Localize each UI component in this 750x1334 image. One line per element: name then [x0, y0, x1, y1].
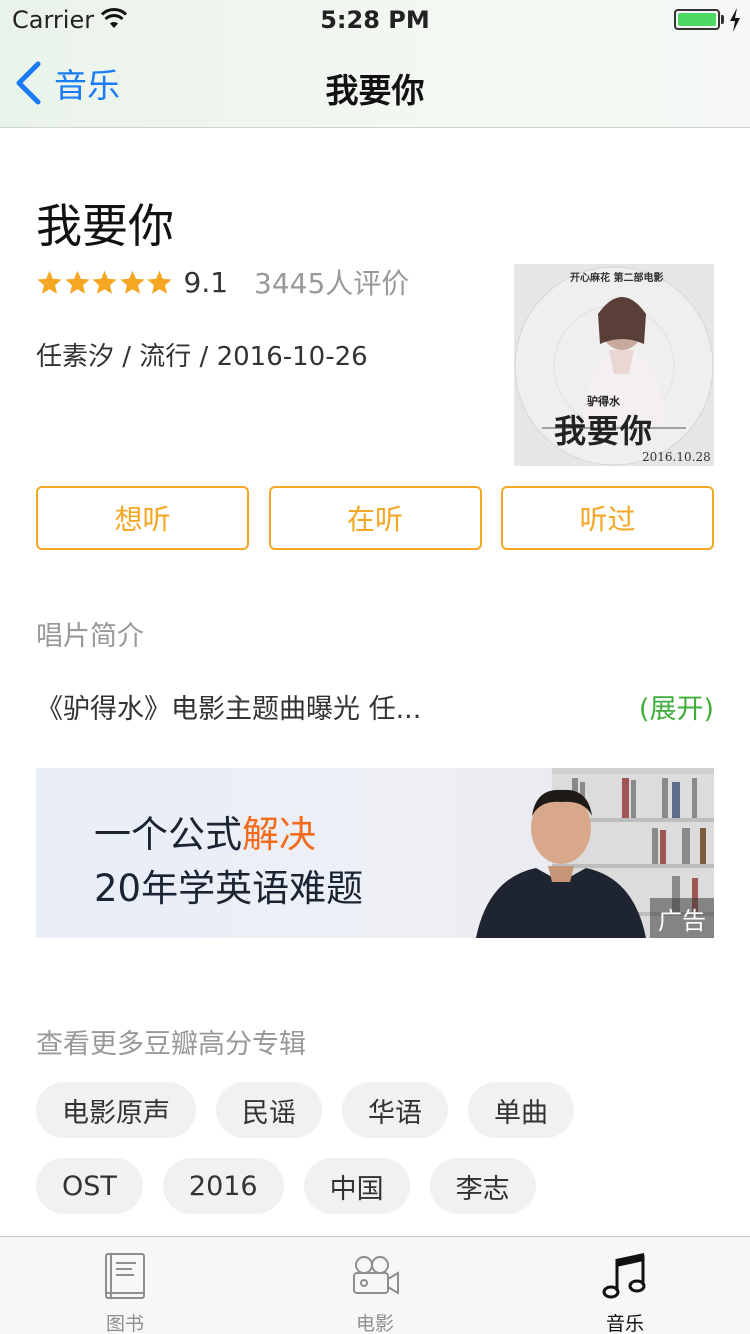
tag-chip[interactable]: OST: [36, 1158, 143, 1214]
tab-label: 音乐: [605, 1313, 644, 1334]
navigation-bar: 音乐 我要你: [0, 40, 750, 128]
intro-row: 《驴得水》电影主题曲曝光 任... (展开): [36, 686, 714, 726]
ad-headline-2: 20年学英语难题: [94, 867, 364, 910]
album-meta: 任素汐 / 流行 / 2016-10-26: [36, 342, 368, 372]
tag-chip[interactable]: 电影原声: [36, 1082, 196, 1138]
cover-promo-text: 开心麻花 第二部电影: [570, 273, 664, 284]
cover-date: 2016.10.28: [642, 450, 711, 464]
star-icon: [92, 270, 117, 294]
expand-link[interactable]: (展开): [639, 687, 714, 726]
more-albums-label: 查看更多豆瓣高分专辑: [36, 1029, 306, 1060]
rating-row: 9.1 3445人评价: [36, 262, 409, 302]
page-title: 我要你: [325, 71, 425, 110]
status-bar: Carrier 5:28 PM: [0, 0, 750, 40]
tab-music[interactable]: 音乐: [500, 1237, 750, 1334]
movie-camera-icon: [353, 1256, 399, 1295]
listening-button[interactable]: 在听: [268, 486, 482, 550]
tag-row-2: OST 2016 中国 李志: [36, 1158, 736, 1214]
cover-song-title: 我要你: [554, 412, 654, 450]
album-title: 我要你: [36, 199, 174, 253]
rating-score: 9.1: [183, 265, 229, 299]
ad-banner[interactable]: 一个公式解决 20年学英语难题 广告: [36, 768, 714, 938]
tag-cloud: 电影原声 民谣 华语 单曲 OST 2016 中国 李志: [36, 1082, 736, 1234]
star-icon: [119, 270, 145, 294]
tag-row-1: 电影原声 民谣 华语 单曲: [36, 1082, 736, 1138]
battery-cap: [721, 15, 724, 24]
tab-label: 图书: [105, 1313, 144, 1334]
tag-chip[interactable]: 民谣: [216, 1082, 322, 1138]
tab-movies[interactable]: 电影: [250, 1237, 500, 1334]
top-bar: Carrier 5:28 PM 音乐 我要你: [0, 0, 750, 128]
star-rating: [36, 269, 174, 296]
music-note-icon: [602, 1253, 646, 1299]
status-time: 5:28 PM: [320, 6, 430, 34]
tab-bar: 图书 电影 音乐: [0, 1236, 750, 1334]
star-icon: [64, 270, 90, 294]
album-cover[interactable]: 开心麻花 第二部电影 驴得水 我要你 2016.10.28: [514, 264, 714, 466]
ad-headline-1: 一个公式解决: [94, 804, 316, 858]
ad-headline-highlight: 解决: [242, 813, 316, 856]
charging-icon: [730, 8, 740, 32]
intro-text: 《驴得水》电影主题曲曝光 任...: [36, 693, 422, 725]
star-icon: [147, 270, 172, 294]
battery-icon: [674, 9, 720, 30]
ad-tag: 广告: [650, 898, 714, 938]
tag-chip[interactable]: 2016: [162, 1158, 284, 1214]
tag-chip[interactable]: 中国: [303, 1158, 410, 1214]
intro-section-label: 唱片简介: [36, 621, 144, 652]
review-count[interactable]: 3445人评价: [254, 262, 409, 302]
tag-chip[interactable]: 李志: [429, 1158, 536, 1214]
listened-button[interactable]: 听过: [501, 486, 714, 550]
tab-books[interactable]: 图书: [0, 1237, 250, 1334]
book-icon: [105, 1253, 145, 1299]
ad-headline-prefix: 一个公式: [94, 813, 242, 856]
tag-chip[interactable]: 华语: [342, 1082, 448, 1138]
status-actions: 想听 在听 听过: [36, 486, 714, 550]
star-icon: [37, 270, 62, 294]
tag-chip[interactable]: 单曲: [468, 1082, 574, 1138]
presenter-photo: [476, 789, 646, 938]
tab-label: 电影: [355, 1313, 394, 1334]
want-to-listen-button[interactable]: 想听: [36, 486, 249, 550]
